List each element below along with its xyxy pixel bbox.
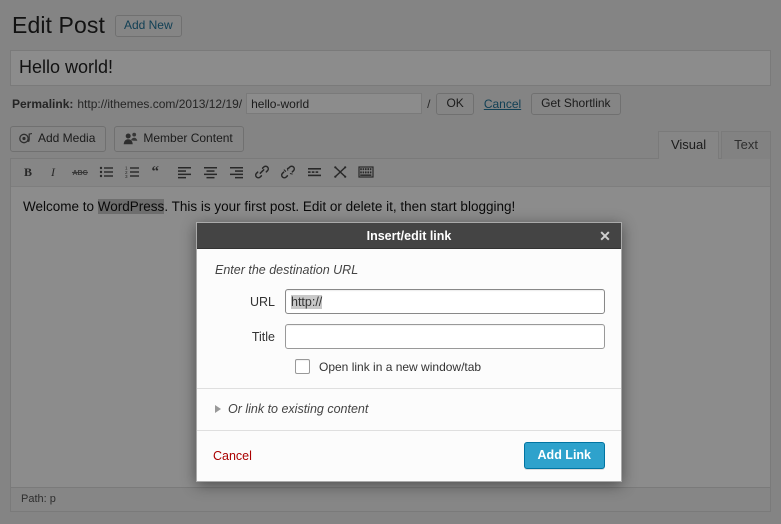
triangle-right-icon xyxy=(215,405,221,413)
link-existing-content-label: Or link to existing content xyxy=(228,402,369,416)
new-window-row: Open link in a new window/tab xyxy=(213,359,605,374)
dialog-title: Insert/edit link xyxy=(366,228,452,243)
dialog-legend: Enter the destination URL xyxy=(215,263,359,277)
open-in-new-window-label[interactable]: Open link in a new window/tab xyxy=(319,360,481,374)
url-input[interactable]: http:// xyxy=(285,289,605,314)
insert-edit-link-dialog: Insert/edit link ✕ Enter the destination… xyxy=(196,222,622,482)
dialog-titlebar[interactable]: Insert/edit link ✕ xyxy=(197,223,621,249)
url-label: URL xyxy=(249,294,275,309)
link-existing-content-toggle[interactable]: Or link to existing content xyxy=(213,389,605,430)
close-icon[interactable]: ✕ xyxy=(597,228,613,244)
dialog-cancel-link[interactable]: Cancel xyxy=(213,449,252,463)
url-input-value: http:// xyxy=(291,294,323,309)
dialog-body: Enter the destination URL URL http:// Ti… xyxy=(197,249,621,430)
add-link-button[interactable]: Add Link xyxy=(523,442,605,469)
dialog-footer: Cancel Add Link xyxy=(197,430,621,481)
open-in-new-window-checkbox[interactable] xyxy=(295,359,310,374)
title-field-row: Title xyxy=(213,324,605,349)
link-title-label: Title xyxy=(251,329,275,344)
link-title-input[interactable] xyxy=(285,324,605,349)
url-field-row: URL http:// xyxy=(213,289,605,314)
